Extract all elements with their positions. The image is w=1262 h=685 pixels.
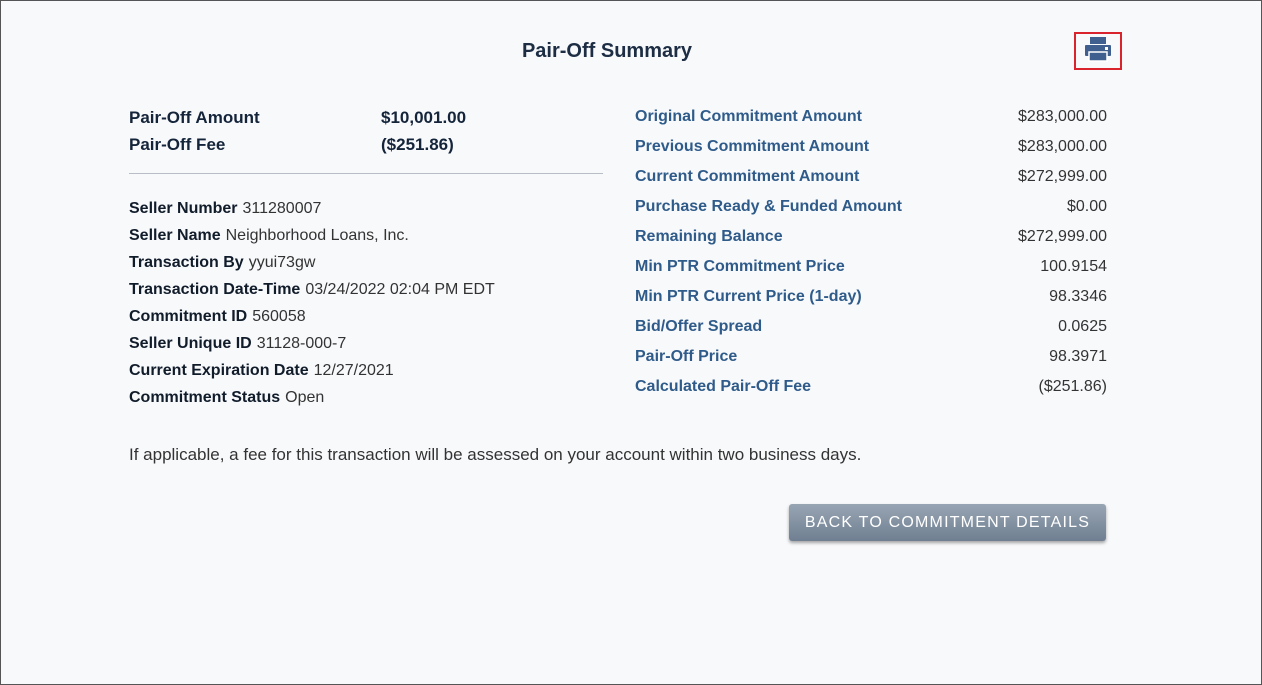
summary-value: 100.9154 <box>1040 258 1107 275</box>
summary-label: Purchase Ready & Funded Amount <box>635 198 902 215</box>
detail-row-transaction-date-time: Transaction Date-Time 03/24/2022 02:04 P… <box>129 276 495 303</box>
divider <box>129 173 603 174</box>
summary-row-current-commitment-amount: Current Commitment Amount $272,999.00 <box>635 162 1107 192</box>
detail-label: Seller Unique ID <box>129 334 252 352</box>
summary-label: Min PTR Current Price (1-day) <box>635 288 862 305</box>
summary-label: Remaining Balance <box>635 228 783 245</box>
detail-value: 560058 <box>252 307 306 325</box>
detail-row-commitment-status: Commitment Status Open <box>129 384 495 411</box>
summary-label: Bid/Offer Spread <box>635 318 763 335</box>
detail-row-seller-name: Seller Name Neighborhood Loans, Inc. <box>129 222 495 249</box>
detail-value: 31128-000-7 <box>256 334 347 352</box>
detail-value: yyui73gw <box>248 253 316 271</box>
detail-row-seller-unique-id: Seller Unique ID 31128-000-7 <box>129 330 495 357</box>
commitment-summary: Original Commitment Amount $283,000.00 P… <box>635 102 1107 402</box>
detail-label: Commitment ID <box>129 307 248 325</box>
pair-off-amount-value: $10,001.00 <box>381 107 467 127</box>
summary-value: 98.3346 <box>1049 288 1107 305</box>
summary-row-min-ptr-current-price: Min PTR Current Price (1-day) 98.3346 <box>635 282 1107 312</box>
detail-label: Transaction By <box>129 253 244 271</box>
summary-row-bid-offer-spread: Bid/Offer Spread 0.0625 <box>635 312 1107 342</box>
summary-row-previous-commitment-amount: Previous Commitment Amount $283,000.00 <box>635 132 1107 162</box>
detail-value: 12/27/2021 <box>313 361 394 379</box>
pair-off-fee-label: Pair-Off Fee <box>129 134 226 154</box>
pair-off-fee-row: Pair-Off Fee ($251.86) <box>129 131 604 158</box>
fee-assessment-note: If applicable, a fee for this transactio… <box>129 445 862 464</box>
detail-label: Current Expiration Date <box>129 361 309 379</box>
detail-row-seller-number: Seller Number 311280007 <box>129 195 495 222</box>
detail-row-transaction-by: Transaction By yyui73gw <box>129 249 495 276</box>
page-title: Pair-Off Summary <box>521 40 693 62</box>
transaction-details: Seller Number 311280007 Seller Name Neig… <box>129 195 495 411</box>
summary-value: $272,999.00 <box>1018 168 1107 185</box>
detail-label: Seller Number <box>129 199 238 217</box>
pair-off-totals: Pair-Off Amount $10,001.00 Pair-Off Fee … <box>129 104 604 158</box>
detail-row-commitment-id: Commitment ID 560058 <box>129 303 495 330</box>
summary-label: Calculated Pair-Off Fee <box>635 378 812 395</box>
pair-off-amount-row: Pair-Off Amount $10,001.00 <box>129 104 604 131</box>
detail-row-current-expiration-date: Current Expiration Date 12/27/2021 <box>129 357 495 384</box>
back-to-commitment-details-button[interactable]: BACK TO COMMITMENT DETAILS <box>789 504 1106 541</box>
detail-label: Transaction Date-Time <box>129 280 301 298</box>
pair-off-fee-value: ($251.86) <box>381 134 454 154</box>
summary-value: $272,999.00 <box>1018 228 1107 245</box>
pair-off-summary-panel: Pair-Off Summary Pair-Off Amount $10,001… <box>0 0 1262 685</box>
summary-value: $0.00 <box>1066 198 1107 215</box>
detail-value: Open <box>285 388 325 406</box>
printer-icon <box>1084 36 1112 67</box>
summary-label: Original Commitment Amount <box>635 108 862 125</box>
detail-value: Neighborhood Loans, Inc. <box>225 226 409 244</box>
detail-label: Seller Name <box>129 226 221 244</box>
detail-value: 311280007 <box>242 199 322 217</box>
summary-row-min-ptr-commitment-price: Min PTR Commitment Price 100.9154 <box>635 252 1107 282</box>
summary-value: $283,000.00 <box>1018 138 1107 155</box>
summary-value: 98.3971 <box>1049 348 1107 365</box>
pair-off-amount-label: Pair-Off Amount <box>129 107 260 127</box>
print-button[interactable] <box>1074 32 1122 70</box>
summary-value: 0.0625 <box>1058 318 1107 335</box>
summary-row-original-commitment-amount: Original Commitment Amount $283,000.00 <box>635 102 1107 132</box>
summary-value: ($251.86) <box>1038 378 1108 395</box>
detail-value: 03/24/2022 02:04 PM EDT <box>305 280 495 298</box>
summary-label: Current Commitment Amount <box>635 168 860 185</box>
summary-label: Min PTR Commitment Price <box>635 258 845 275</box>
summary-label: Pair-Off Price <box>635 348 738 365</box>
summary-row-purchase-ready-funded-amount: Purchase Ready & Funded Amount $0.00 <box>635 192 1107 222</box>
summary-row-calculated-pair-off-fee: Calculated Pair-Off Fee ($251.86) <box>635 372 1107 402</box>
summary-row-remaining-balance: Remaining Balance $272,999.00 <box>635 222 1107 252</box>
summary-value: $283,000.00 <box>1018 108 1107 125</box>
summary-label: Previous Commitment Amount <box>635 138 870 155</box>
summary-row-pair-off-price: Pair-Off Price 98.3971 <box>635 342 1107 372</box>
detail-label: Commitment Status <box>129 388 281 406</box>
